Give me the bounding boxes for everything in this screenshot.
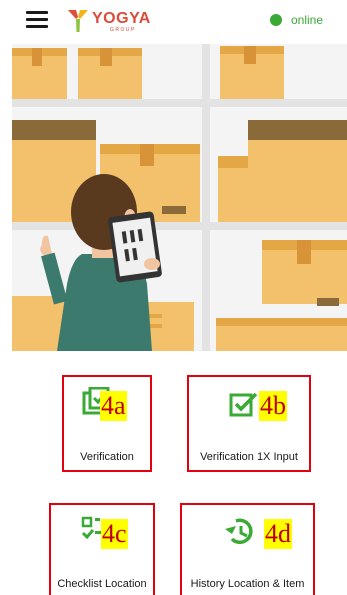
warehouse-illustration	[12, 44, 347, 351]
yogya-logo: YOGYA GROUP	[66, 7, 156, 35]
menu-tile-checklist-location[interactable]: 4c Checklist Location	[49, 503, 155, 595]
tile-badge: 4b	[259, 391, 287, 421]
tile-label: Verification	[80, 451, 134, 463]
history-icon	[225, 518, 253, 545]
status-text: online	[290, 13, 323, 27]
menu-tile-history-location-item[interactable]: 4d History Location & Item	[180, 503, 315, 595]
menu-tile-verification[interactable]: 4a Verification	[62, 375, 152, 472]
tile-badge: 4c	[101, 519, 128, 549]
logo-text: YOGYA	[92, 10, 151, 27]
tile-badge: 4a	[100, 391, 127, 421]
tile-label: Verification 1X Input	[200, 451, 298, 463]
menu-tile-verification-1x-input[interactable]: 4b Verification 1X Input	[187, 375, 311, 472]
checkbox-check-icon	[229, 392, 258, 417]
connection-status: online	[269, 12, 323, 28]
logo-mark-icon	[68, 10, 88, 32]
tile-label: Checklist Location	[57, 578, 147, 590]
app-header: YOGYA GROUP online	[0, 0, 347, 40]
tile-label: History Location & Item	[190, 578, 305, 590]
logo-subtext: GROUP	[110, 27, 136, 33]
menu-icon[interactable]	[26, 11, 48, 28]
tile-badge: 4d	[264, 519, 292, 549]
status-dot-icon	[269, 14, 282, 26]
hero-illustration	[12, 44, 347, 351]
